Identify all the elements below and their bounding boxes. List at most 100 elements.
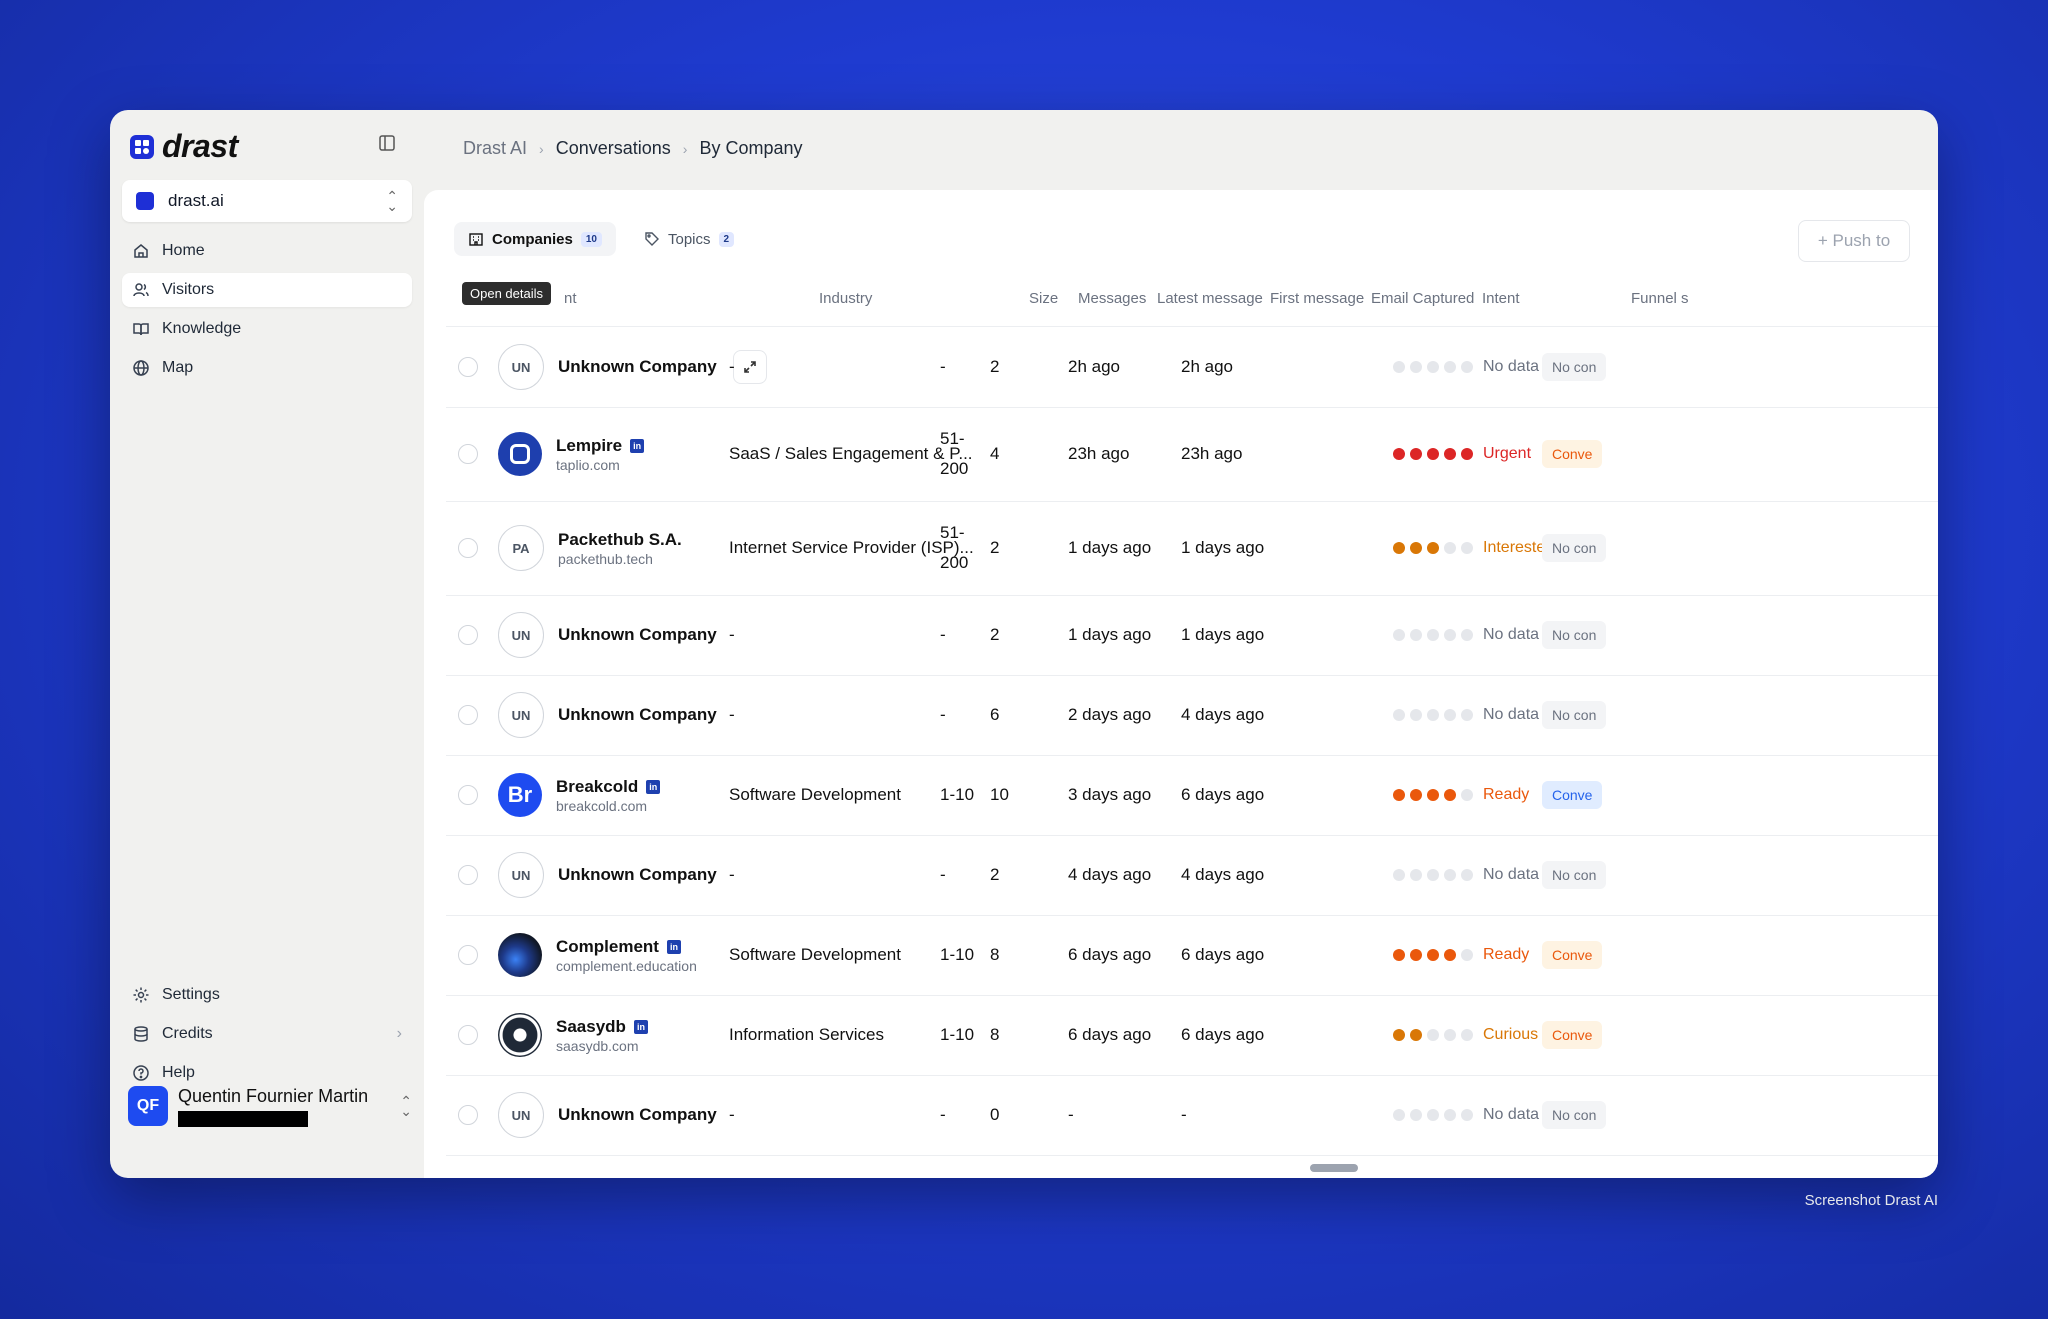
push-to-button[interactable]: + Push to [1798, 220, 1910, 262]
funnel-badge[interactable]: Conve [1542, 440, 1603, 468]
row-checkbox[interactable] [458, 865, 478, 885]
table-row[interactable]: Saasydb in saasydb.com Information Services… [446, 995, 1938, 1076]
funnel-badge[interactable]: No con [1542, 353, 1607, 381]
horizontal-scrollbar[interactable] [1310, 1164, 1358, 1172]
intent-label: No data [1483, 706, 1540, 723]
breadcrumb-section[interactable]: Conversations [556, 138, 671, 159]
funnel-badge[interactable]: No con [1542, 861, 1607, 889]
size-value: - [940, 625, 946, 644]
company-name-row[interactable]: Unknown Company [558, 705, 717, 725]
column-header-industry[interactable]: Industry [819, 290, 872, 307]
funnel-badge[interactable]: No con [1542, 701, 1607, 729]
company-name-row[interactable]: Lempire in [556, 436, 645, 456]
company-name[interactable]: Lempire [556, 436, 622, 456]
funnel-cell: Conve [1542, 407, 1603, 501]
column-header-latest-message[interactable]: Latest message [1157, 290, 1263, 307]
company-name-row[interactable]: Breakcold in [556, 777, 661, 797]
company-name[interactable]: Saasydb [556, 1017, 626, 1037]
table-row[interactable]: PA Packethub S.A. packethub.tech Internet S… [446, 501, 1938, 596]
table-row[interactable]: UN Unknown Company - -2 1 days ago 1 days ago… [446, 595, 1938, 676]
funnel-badge[interactable]: Conve [1542, 1021, 1603, 1049]
company-cell[interactable]: UN Unknown Company [498, 675, 717, 755]
column-header-email-captured[interactable]: Email Captured [1371, 290, 1474, 307]
column-header-first-message[interactable]: First message [1270, 290, 1364, 307]
company-cell[interactable]: Br Breakcold in breakcold.com [498, 755, 661, 835]
company-name[interactable]: Packethub S.A. [558, 530, 682, 550]
sidebar-toggle-icon[interactable] [376, 132, 398, 154]
latest-message: 6 days ago [1068, 1025, 1152, 1044]
linkedin-icon[interactable]: in [630, 438, 645, 453]
company-name-row[interactable]: Saasydb in [556, 1017, 648, 1037]
row-checkbox[interactable] [458, 357, 478, 377]
user-menu[interactable]: QF Quentin Fournier Martin ⌃ ⌄ [128, 1078, 412, 1134]
company-name-row[interactable]: Unknown Company [558, 865, 717, 885]
sidebar-item-visitors[interactable]: Visitors [122, 273, 412, 307]
row-checkbox[interactable] [458, 538, 478, 558]
row-checkbox[interactable] [458, 945, 478, 965]
company-name-row[interactable]: Unknown Company [558, 1105, 717, 1125]
company-cell[interactable]: Complement in complement.education [498, 915, 697, 995]
sidebar-item-credits[interactable]: Credits › [122, 1017, 412, 1051]
row-checkbox[interactable] [458, 785, 478, 805]
column-header-intent[interactable]: Intent [1482, 290, 1520, 307]
intent-cell: Curious [1393, 995, 1538, 1075]
linkedin-icon[interactable]: in [633, 1019, 648, 1034]
column-header-messages[interactable]: Messages [1078, 290, 1146, 307]
row-checkbox[interactable] [458, 444, 478, 464]
table-row[interactable]: UN Unknown Company - -2 2h ago 2h ago No data N… [446, 327, 1938, 408]
company-name[interactable]: Unknown Company [558, 705, 717, 725]
funnel-badge[interactable]: Conve [1542, 941, 1603, 969]
company-name[interactable]: Unknown Company [558, 1105, 717, 1125]
company-name[interactable]: Complement [556, 937, 659, 957]
column-header-size[interactable]: Size [1029, 290, 1058, 307]
logo[interactable]: drast [130, 128, 238, 165]
table-row[interactable]: UN Unknown Company - -6 2 days ago 4 days ago… [446, 675, 1938, 756]
sidebar-item-label: Knowledge [162, 320, 242, 337]
row-checkbox[interactable] [458, 625, 478, 645]
funnel-badge[interactable]: No con [1542, 534, 1607, 562]
company-name-row[interactable]: Complement in [556, 937, 697, 957]
sidebar-item-knowledge[interactable]: Knowledge [122, 312, 412, 346]
company-name[interactable]: Unknown Company [558, 625, 717, 645]
table-row[interactable]: Br Breakcold in breakcold.com Software Devel… [446, 755, 1938, 836]
linkedin-icon[interactable]: in [646, 779, 661, 794]
sidebar-item-map[interactable]: Map [122, 351, 412, 385]
workspace-selector[interactable]: drast.ai ⌃ ⌄ [122, 180, 412, 222]
linkedin-icon[interactable]: in [666, 939, 681, 954]
column-header-funnel[interactable]: Funnel s [1631, 290, 1689, 307]
company-name-row[interactable]: Unknown Company [558, 625, 717, 645]
funnel-badge[interactable]: Conve [1542, 781, 1603, 809]
company-name-row[interactable]: Unknown Company [558, 357, 717, 377]
row-checkbox[interactable] [458, 705, 478, 725]
sidebar-item-home[interactable]: Home [122, 234, 412, 268]
company-name[interactable]: Unknown Company [558, 865, 717, 885]
table-row[interactable]: Complement in complement.education Software… [446, 915, 1938, 996]
company-name[interactable]: Breakcold [556, 777, 638, 797]
company-name[interactable]: Unknown Company [558, 357, 717, 377]
tab-topics[interactable]: Topics 2 [630, 222, 748, 256]
expand-icon[interactable] [732, 350, 767, 384]
sidebar-item-label: Home [162, 242, 205, 259]
intent-dot [1461, 542, 1473, 554]
company-cell[interactable]: UN Unknown Company [498, 1075, 717, 1155]
company-cell[interactable]: UN Unknown Company [498, 595, 717, 675]
funnel-badge[interactable]: No con [1542, 621, 1607, 649]
table-row[interactable]: Lempire in taplio.com SaaS / Sales Engageme… [446, 407, 1938, 502]
latest-message: 23h ago [1068, 444, 1130, 463]
table-row[interactable]: UN Unknown Company - -2 4 days ago 4 days ago… [446, 835, 1938, 916]
company-cell[interactable]: Saasydb in saasydb.com [498, 995, 648, 1075]
column-header-account[interactable]: nt [564, 290, 577, 307]
tab-companies[interactable]: Companies 10 [454, 222, 616, 256]
breadcrumb-root[interactable]: Drast AI [463, 138, 527, 159]
sidebar-item-settings[interactable]: Settings [122, 978, 412, 1012]
row-checkbox[interactable] [458, 1105, 478, 1125]
intent-dot [1393, 869, 1405, 881]
company-cell[interactable]: PA Packethub S.A. packethub.tech [498, 501, 682, 595]
table-row[interactable]: UN Unknown Company - -0- - No data No con [446, 1075, 1938, 1156]
row-checkbox[interactable] [458, 1025, 478, 1045]
company-name-row[interactable]: Packethub S.A. [558, 530, 682, 550]
company-cell[interactable]: UN Unknown Company [498, 327, 767, 407]
company-cell[interactable]: UN Unknown Company [498, 835, 717, 915]
company-cell[interactable]: Lempire in taplio.com [498, 407, 645, 501]
funnel-badge[interactable]: No con [1542, 1101, 1607, 1129]
